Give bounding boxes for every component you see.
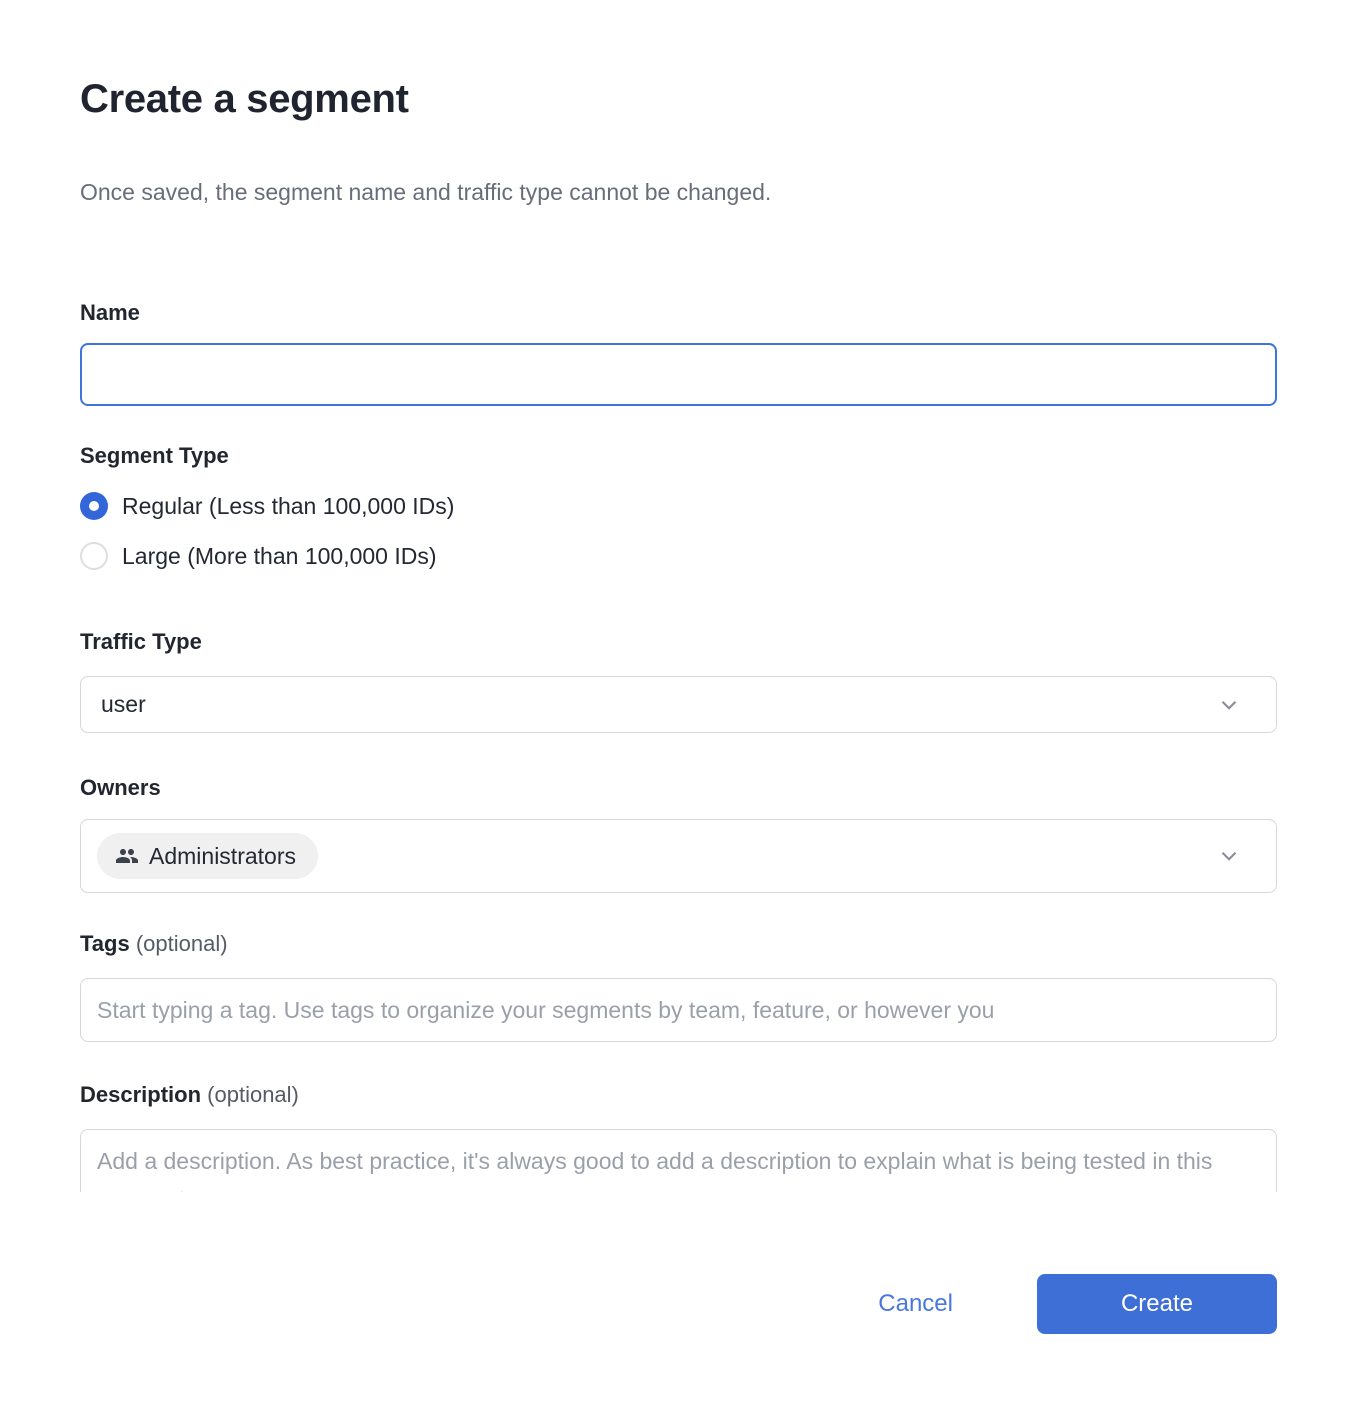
tags-optional-suffix: (optional) [136,931,228,956]
traffic-type-select[interactable]: user [80,676,1277,733]
dialog-footer: Cancel Create [0,1274,1354,1334]
segment-type-label: Segment Type [80,443,1277,469]
owners-label: Owners [80,775,1277,801]
cancel-button[interactable]: Cancel [878,1290,953,1318]
segment-type-option-regular[interactable]: Regular (Less than 100,000 IDs) [80,491,1277,521]
radio-unselected-icon[interactable] [80,542,108,570]
chevron-down-icon [1216,692,1242,718]
name-input[interactable] [80,343,1277,406]
owners-select[interactable]: Administrators [80,819,1277,893]
chevron-down-icon [1216,843,1242,869]
traffic-type-value: user [101,691,146,718]
name-label: Name [80,300,1277,326]
segment-type-option-large[interactable]: Large (More than 100,000 IDs) [80,541,1277,571]
description-label-text: Description [80,1082,201,1107]
tags-input[interactable] [80,978,1277,1042]
description-textarea[interactable] [80,1129,1277,1192]
create-button[interactable]: Create [1037,1274,1277,1334]
tags-label-text: Tags [80,931,130,956]
people-icon [115,844,139,868]
description-optional-suffix: (optional) [207,1082,299,1107]
description-label: Description (optional) [80,1082,1277,1108]
owner-chip[interactable]: Administrators [97,833,318,879]
dialog-body: Create a segment Once saved, the segment… [0,0,1354,1192]
dialog-title: Create a segment [80,0,1277,124]
segment-type-option-large-label: Large (More than 100,000 IDs) [122,543,437,570]
tags-label: Tags (optional) [80,931,1277,957]
owner-chip-label: Administrators [149,843,296,870]
radio-selected-icon[interactable] [80,492,108,520]
description-textarea-clip [80,1129,1277,1192]
traffic-type-label: Traffic Type [80,629,1277,655]
dialog-subtitle: Once saved, the segment name and traffic… [80,178,1277,206]
create-segment-dialog: Create a segment Once saved, the segment… [0,0,1354,1410]
segment-type-option-regular-label: Regular (Less than 100,000 IDs) [122,493,454,520]
